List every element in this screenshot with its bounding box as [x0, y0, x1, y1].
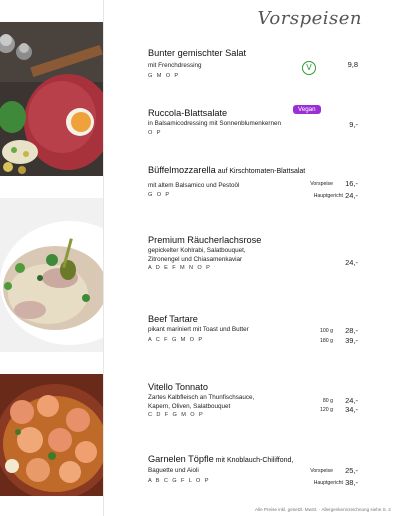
item-name: Bunter gemischter Salat [148, 48, 247, 58]
item-price: 25,- [345, 466, 358, 475]
portion-label: Vorspeise [310, 468, 333, 474]
allergen-codes: O P [148, 129, 162, 136]
item-name: Ruccola-Blattsalate [148, 108, 228, 118]
portion-label: Hauptgericht [313, 480, 343, 486]
item-name-suffix: mit Knoblauch-Chiliffond, [213, 457, 294, 464]
item-name: Beef Tartare [148, 314, 198, 324]
portion-label: Hauptgericht [313, 193, 343, 199]
item-description: Zitronengel und Chiasamenkaviar [148, 255, 243, 263]
item-price: 9,- [349, 120, 358, 129]
item-description: in Balsamicodressing mit Sonnenblumenker… [148, 120, 282, 127]
vegetarian-v-icon: V [302, 61, 316, 75]
portion-label: 120 g [320, 407, 333, 413]
vitello-tonnato-photo [0, 198, 103, 352]
portion-label: 100 g [320, 328, 333, 334]
item-price: 24,- [345, 396, 358, 405]
item-price: 16,- [345, 179, 358, 188]
menu-item-raeucherlachsrose: Premium Räucherlachsrose gepickelter Koh… [148, 235, 360, 272]
garnelen-photo [0, 374, 103, 496]
column-divider [103, 0, 104, 516]
item-name: Garnelen Töpfle mit Knoblauch-Chiliffond… [148, 454, 360, 466]
item-name: Vitello Tonnato [148, 382, 208, 392]
item-price: 24,- [345, 258, 358, 267]
portion-label: Vorspeise [310, 181, 333, 187]
item-price: 28,- [345, 326, 358, 335]
item-price: 24,- [345, 191, 358, 200]
item-name-main: Garnelen Töpfle [148, 454, 214, 464]
item-description: mit Frenchdressing [148, 62, 202, 69]
item-price: 39,- [345, 336, 358, 345]
item-price: 9,8 [347, 60, 358, 69]
beef-tartare-photo [0, 22, 103, 176]
portion-label: 180 g [320, 338, 333, 344]
allergen-codes: G M O P [148, 72, 180, 79]
footer-note: Alle Preise inkl. gesetzl. MwSt. · Aller… [255, 507, 391, 512]
section-title: Vorspeisen [257, 8, 362, 29]
item-name-main: Büffelmozzarella [148, 165, 216, 175]
item-description: gepickelter Kohlrabi, Salatbouquet, [148, 247, 246, 254]
item-name: Büffelmozzarella auf Kirschtomaten-Blatt… [148, 165, 360, 177]
food-photo-column [0, 0, 103, 516]
item-name: Premium Räucherlachsrose [148, 235, 262, 245]
portion-label: 80 g [322, 398, 333, 404]
allergen-codes: A D E F M N O P [148, 265, 212, 272]
menu-item-ruccola: Ruccola-Blattsalate in Balsamicodressing… [148, 108, 360, 137]
item-price: 38,- [345, 478, 358, 487]
item-price: 34,- [345, 405, 358, 414]
item-name-suffix: auf Kirschtomaten-Blattsalat [215, 168, 306, 175]
menu-item-bunter-salat: Bunter gemischter Salat mit Frenchdressi… [148, 48, 360, 80]
